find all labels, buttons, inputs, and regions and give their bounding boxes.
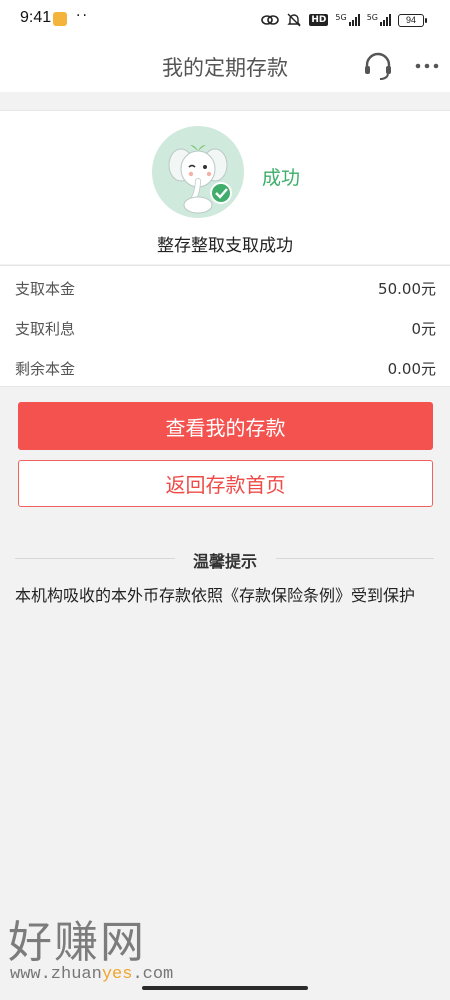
tips-title: 温馨提示: [192, 552, 257, 571]
status-time: 9:41: [20, 9, 52, 26]
status-icons: HD 5G 5G 94: [261, 11, 427, 29]
watermark-url-suffix: .com: [132, 965, 174, 984]
signal-label: 5G: [335, 13, 347, 22]
watermark-url: www.zhuanyes.com: [10, 965, 173, 984]
detail-label: 剩余本金: [15, 360, 76, 378]
watermark-url-prefix: www.zhuan: [10, 965, 102, 984]
detail-value: 50.00元: [378, 280, 436, 298]
status-more-dots: ··: [76, 8, 89, 24]
watermark-logo: 好赚网 www.zhuanyes.com: [8, 918, 208, 988]
success-badge: 成功: [262, 167, 301, 189]
notification-app-icon: [53, 12, 67, 26]
signal-icon: 5G: [367, 14, 391, 26]
signal-label: 5G: [366, 13, 378, 22]
more-dots-icon[interactable]: [413, 52, 441, 80]
detail-label: 支取利息: [15, 320, 76, 338]
detail-row-principal: 支取本金 50.00元: [0, 268, 450, 308]
watermark-url-highlight: yes: [101, 965, 133, 984]
result-card: 成功 整存整取支取成功: [0, 110, 450, 264]
watermark-text: 好赚网: [8, 917, 146, 968]
detail-value: 0元: [411, 320, 436, 338]
headset-icon[interactable]: [362, 50, 394, 82]
view-deposits-button[interactable]: 查看我的存款: [18, 402, 433, 450]
detail-row-interest: 支取利息 0元: [0, 308, 450, 348]
detail-label: 支取本金: [15, 280, 76, 298]
signal-icon: 5G: [335, 13, 360, 26]
detail-row-remaining: 剩余本金 0.00元: [0, 348, 450, 388]
elephant-mascot-icon: [152, 126, 244, 218]
bell-muted-icon: [287, 13, 302, 27]
battery-icon: 94: [398, 13, 427, 27]
tips-body: 本机构吸收的本外币存款依照《存款保险条例》受到保护: [15, 586, 416, 605]
home-indicator[interactable]: [142, 986, 308, 990]
withdrawal-details: 支取本金 50.00元 支取利息 0元 剩余本金 0.00元: [0, 265, 450, 387]
status-bar: 9:41 ·· HD 5G 5G 94: [0, 0, 450, 40]
back-to-deposit-home-button[interactable]: 返回存款首页: [18, 460, 433, 507]
link-icon: [261, 15, 280, 25]
nav-bar: 我的定期存款: [0, 40, 450, 92]
success-message: 整存整取支取成功: [157, 236, 293, 256]
hd-icon: HD: [309, 14, 329, 26]
detail-value: 0.00元: [387, 360, 436, 378]
